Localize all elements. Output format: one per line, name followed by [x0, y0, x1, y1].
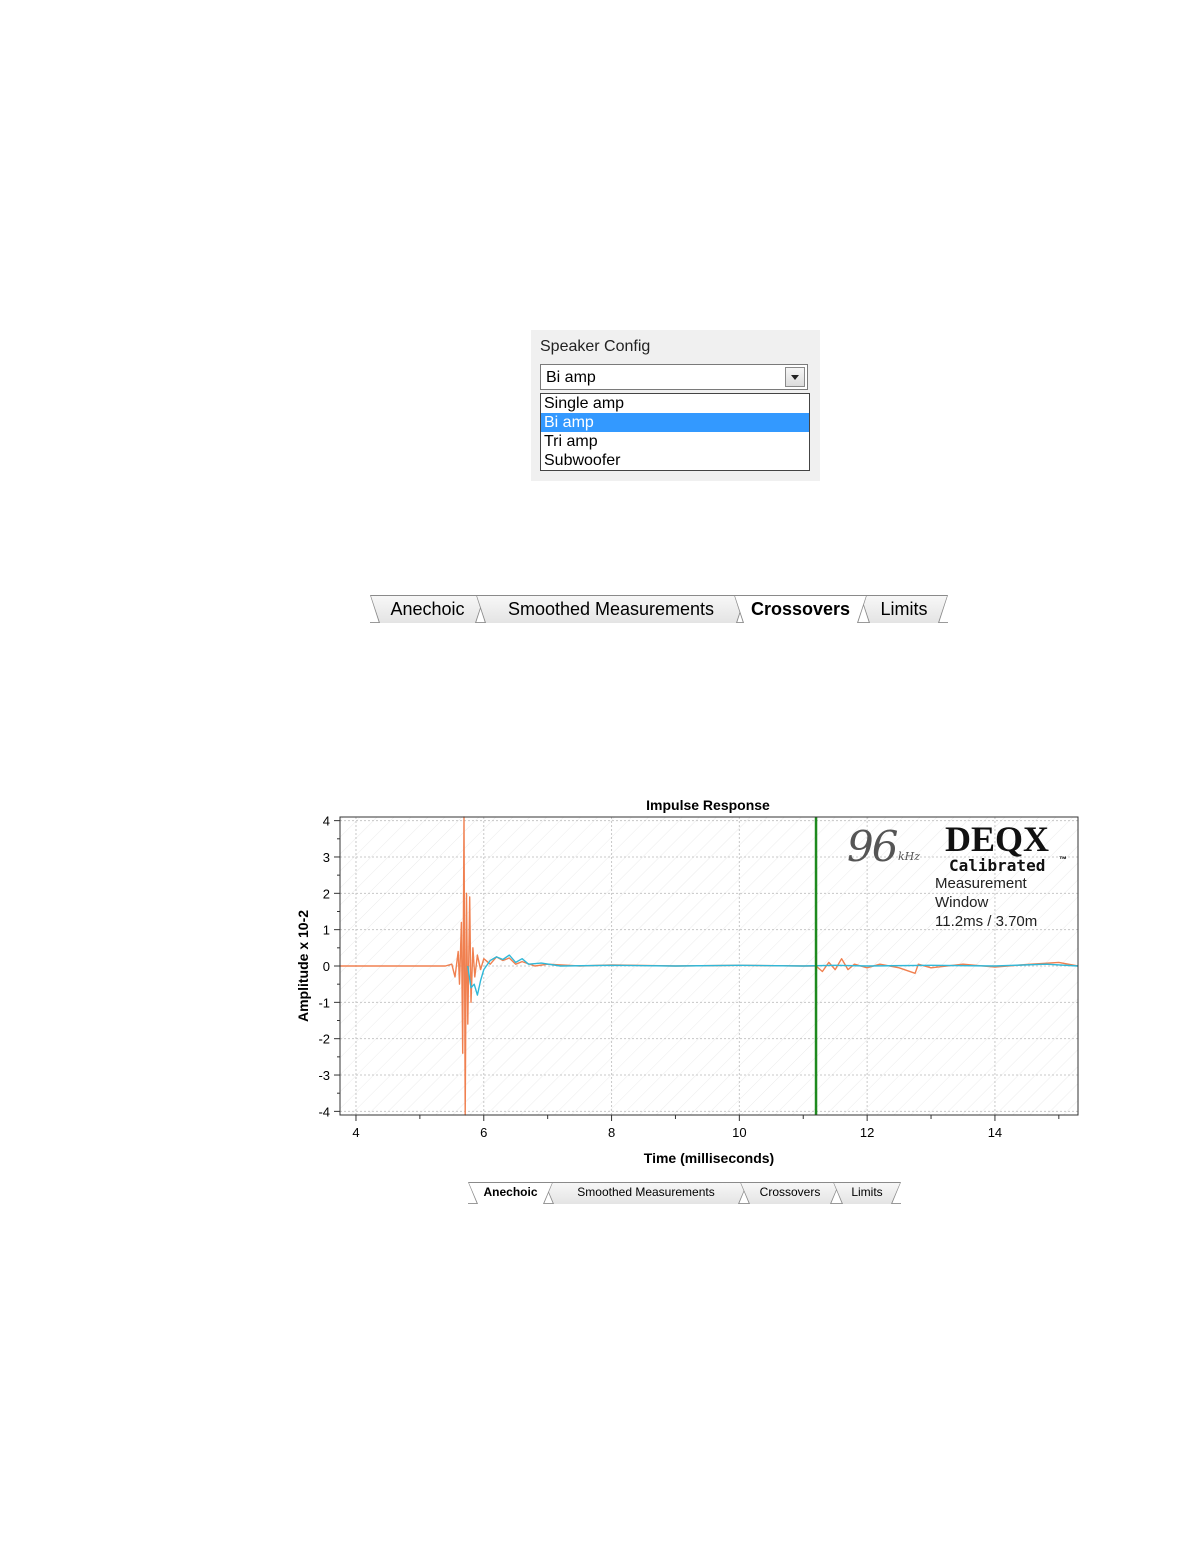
y-axis-label: Amplitude x 10-2: [295, 909, 311, 1023]
tab-label: Limits: [851, 1185, 883, 1199]
window-note-line3: 11.2ms / 3.70m: [935, 913, 1038, 930]
y-tick-label: 3: [323, 850, 330, 865]
logo-trademark: ™: [1059, 855, 1067, 864]
y-tick-label: 2: [323, 886, 330, 901]
option-single-amp[interactable]: Single amp: [541, 394, 809, 413]
y-tick-label: -2: [318, 1032, 330, 1047]
tab-label: Crossovers: [759, 1185, 821, 1199]
tab-label: Smoothed Measurements: [507, 599, 715, 619]
tab-anechoic[interactable]: Anechoic: [370, 595, 485, 623]
speaker-config-value: Bi amp: [546, 369, 596, 386]
logo-calibrated: Calibrated: [949, 856, 1046, 875]
logo-deqx: DEQX: [945, 819, 1050, 859]
logo-96-khz: 96: [847, 822, 898, 871]
chart-title: Impulse Response: [646, 797, 770, 813]
tab-label: Limits: [880, 599, 928, 619]
window-note-line1: Measurement: [935, 875, 1027, 892]
logo-khz-unit: kHz: [898, 850, 921, 863]
y-tick-label: 1: [323, 923, 330, 938]
x-axis-label: Time (milliseconds): [643, 1150, 775, 1166]
y-tick-label: -1: [318, 995, 330, 1010]
tab-smoothed-measurements[interactable]: Smoothed Measurements: [476, 595, 746, 623]
y-tick-label: -3: [318, 1068, 330, 1083]
speaker-config-dropdown: Single amp Bi amp Tri amp Subwoofer: [540, 393, 810, 471]
tab-strip-large: Anechoic Smoothed Measurements Limits Cr…: [370, 595, 948, 623]
speaker-config-panel: Speaker Config Bi amp Single amp Bi amp …: [531, 330, 820, 481]
tab-label: Anechoic: [483, 1185, 538, 1199]
tab-strip-small: Smoothed Measurements Crossovers Limits …: [468, 1182, 901, 1204]
option-tri-amp[interactable]: Tri amp: [541, 432, 809, 451]
x-tick-label: 10: [732, 1125, 746, 1140]
tab-label: Anechoic: [390, 599, 465, 619]
option-subwoofer[interactable]: Subwoofer: [541, 451, 809, 470]
measurement-window-note: Measurement Window 11.2ms / 3.70m: [935, 874, 1037, 931]
tab-label: Smoothed Measurements: [577, 1185, 715, 1199]
window-note-line2: Window: [935, 894, 989, 911]
option-bi-amp[interactable]: Bi amp: [541, 413, 809, 432]
tab-crossovers[interactable]: Crossovers: [734, 595, 867, 623]
x-tick-label: 12: [860, 1125, 874, 1140]
x-tick-label: 8: [608, 1125, 615, 1140]
tab-label: Crossovers: [750, 599, 851, 619]
y-tick-label: 4: [323, 814, 330, 829]
tab-anechoic[interactable]: Anechoic: [468, 1182, 553, 1204]
speaker-config-combo[interactable]: Bi amp: [540, 364, 808, 390]
tab-crossovers[interactable]: Crossovers: [740, 1182, 840, 1204]
x-tick-label: 14: [988, 1125, 1002, 1140]
tab-limits[interactable]: Limits: [860, 595, 948, 623]
y-tick-label: -4: [318, 1104, 330, 1119]
y-tick-label: 0: [323, 959, 330, 974]
x-tick-label: 6: [480, 1125, 487, 1140]
speaker-config-label: Speaker Config: [540, 338, 651, 355]
tab-smoothed-measurements[interactable]: Smoothed Measurements: [544, 1182, 748, 1204]
chevron-down-icon[interactable]: [785, 367, 805, 387]
tab-limits[interactable]: Limits: [833, 1182, 901, 1204]
x-tick-label: 4: [352, 1125, 359, 1140]
